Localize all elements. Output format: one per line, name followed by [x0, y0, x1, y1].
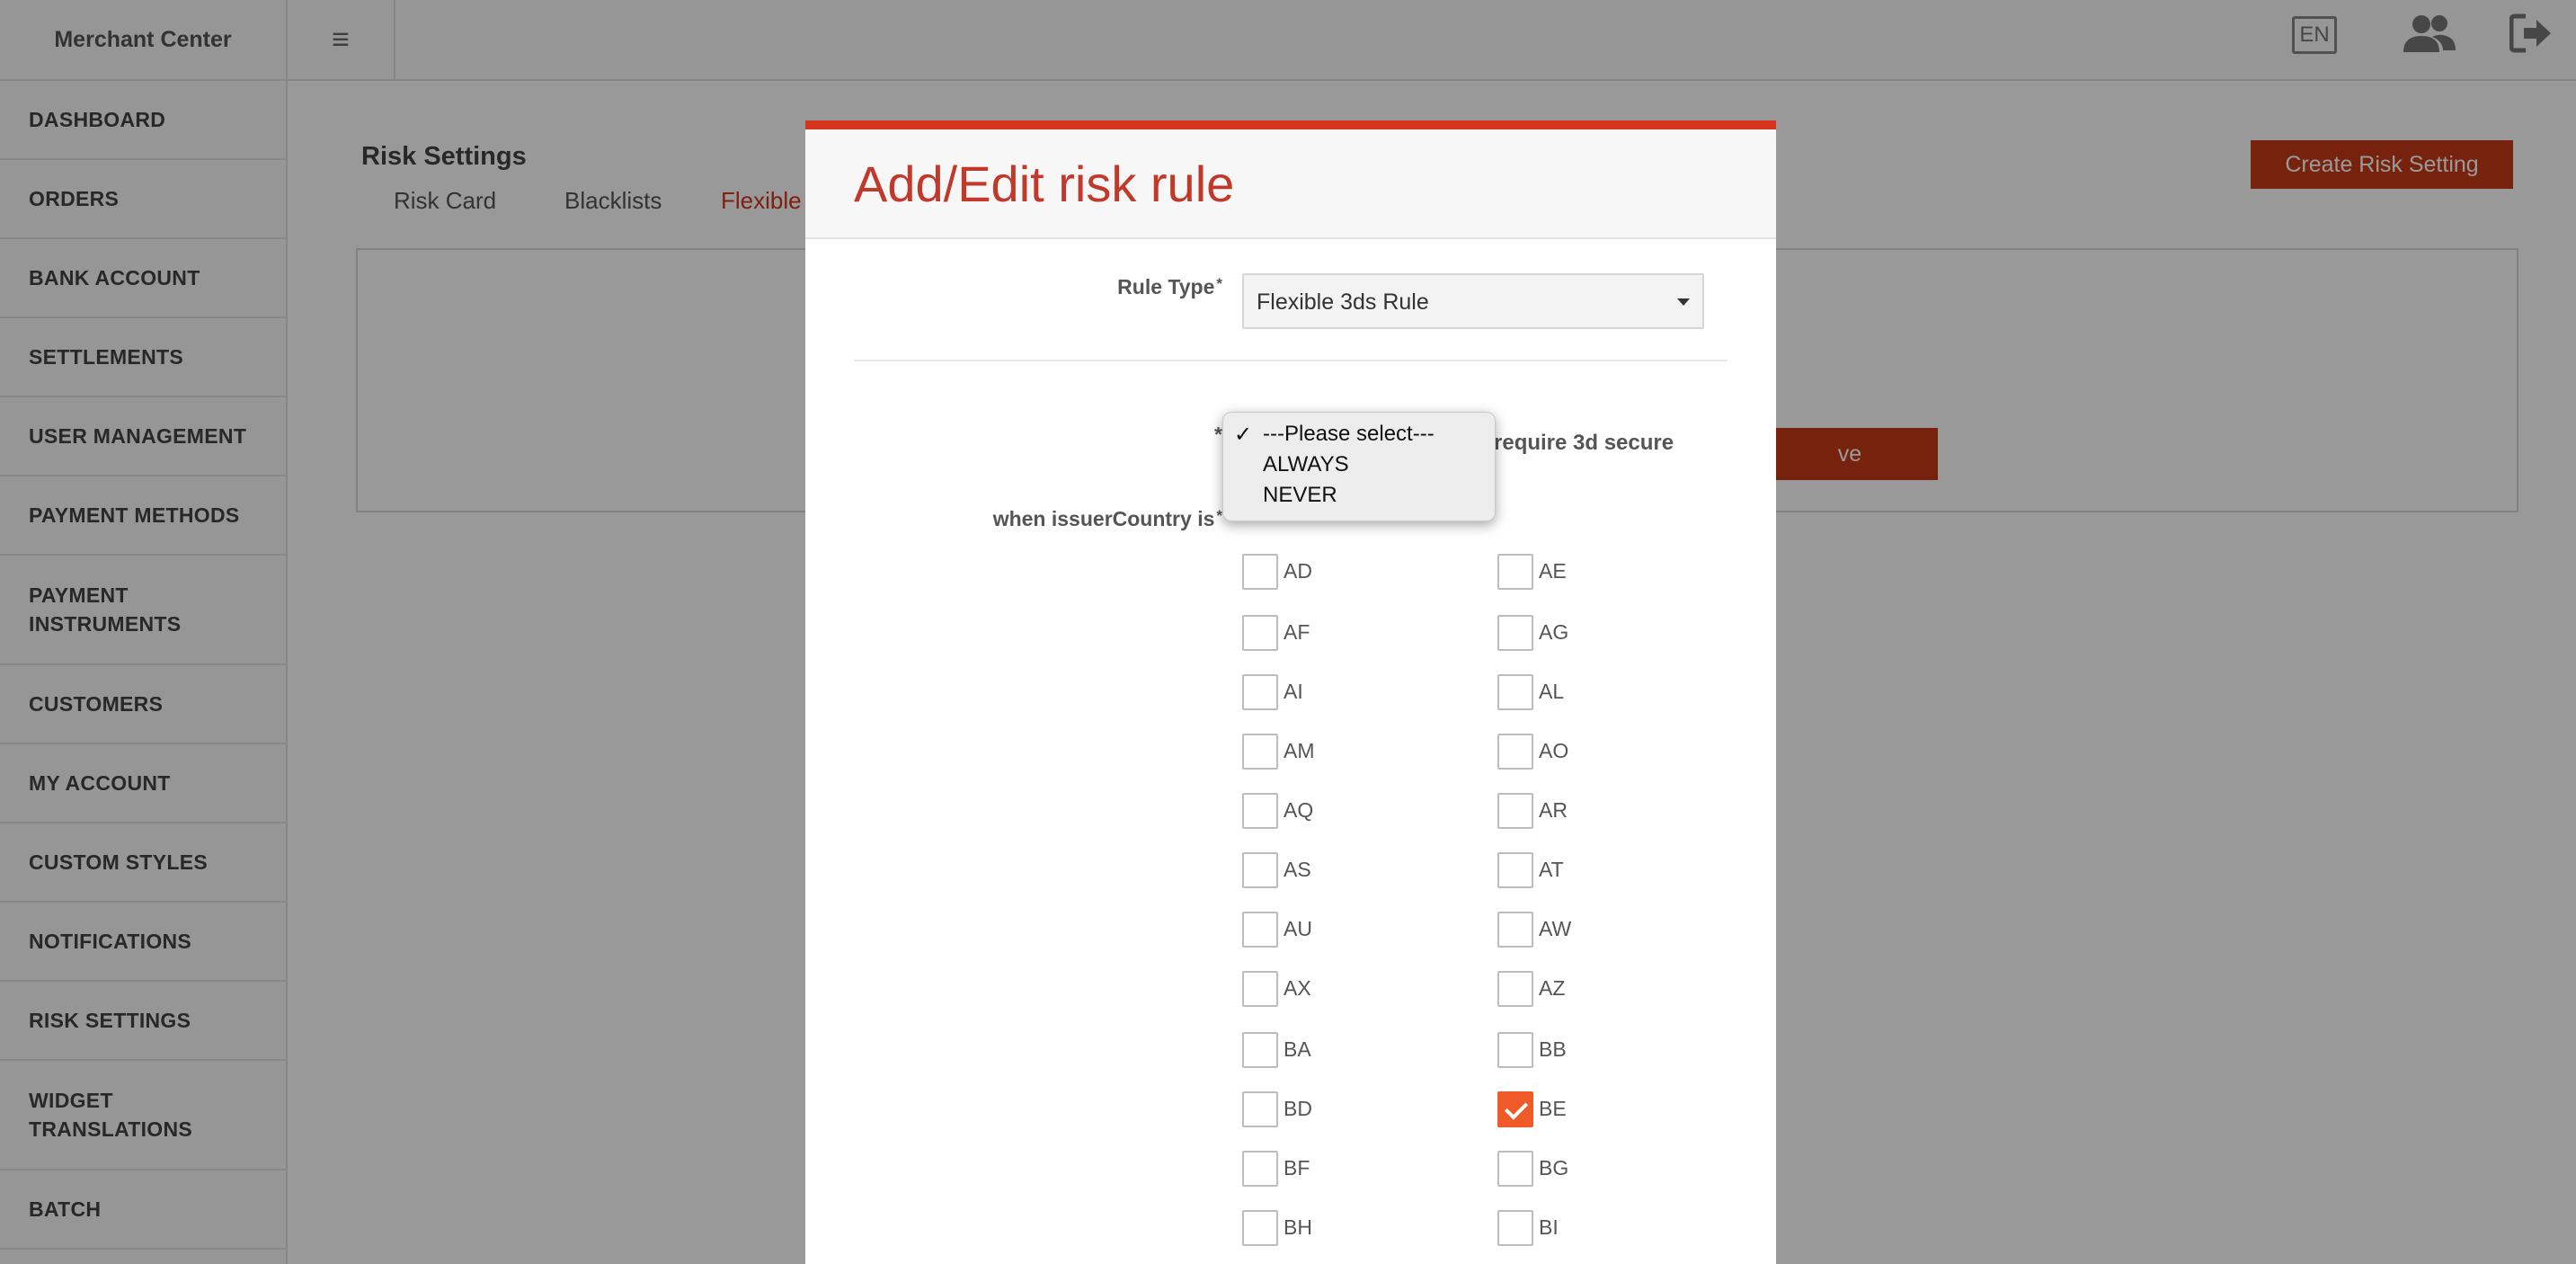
country-label-bi: BI: [1539, 1215, 1559, 1239]
country-checkbox-az[interactable]: [1497, 971, 1533, 1007]
issuer-country-label: when issuerCountry is *: [992, 507, 1222, 530]
country-label-ai: AI: [1284, 680, 1303, 703]
country-label-ar: AR: [1539, 798, 1568, 822]
modal-header: Add/Edit risk rule: [805, 129, 1776, 239]
country-label-ae: AE: [1539, 559, 1567, 583]
country-checkbox-ar[interactable]: [1497, 793, 1533, 829]
country-label-bf: BF: [1284, 1156, 1310, 1179]
country-label-be: BE: [1539, 1097, 1567, 1120]
rule-type-value: Flexible 3ds Rule: [1257, 289, 1429, 315]
country-checkbox-ag[interactable]: [1497, 615, 1533, 651]
country-checkbox-ad[interactable]: [1242, 554, 1278, 590]
country-checkbox-bh[interactable]: [1242, 1210, 1278, 1246]
country-checkbox-bg[interactable]: [1497, 1151, 1533, 1187]
modal-title: Add/Edit risk rule: [854, 156, 1235, 212]
country-checkbox-al[interactable]: [1497, 674, 1533, 710]
country-label-ag: AG: [1539, 620, 1569, 644]
country-checkbox-am[interactable]: [1242, 734, 1278, 770]
country-label-ax: AX: [1284, 976, 1311, 1000]
country-checkbox-at[interactable]: [1497, 852, 1533, 888]
country-label-bd: BD: [1284, 1097, 1312, 1120]
country-label-az: AZ: [1539, 976, 1566, 1000]
country-checkbox-bb[interactable]: [1497, 1032, 1533, 1068]
country-checkbox-bi[interactable]: [1497, 1210, 1533, 1246]
country-label-au: AU: [1284, 917, 1312, 940]
country-label-af: AF: [1284, 620, 1310, 644]
country-checkbox-bf[interactable]: [1242, 1151, 1278, 1187]
country-checkbox-af[interactable]: [1242, 615, 1278, 651]
country-checkbox-ai[interactable]: [1242, 674, 1278, 710]
country-checkbox-be[interactable]: [1497, 1091, 1533, 1127]
country-label-at: AT: [1539, 858, 1564, 881]
country-label-ba: BA: [1284, 1037, 1311, 1061]
country-label-aq: AQ: [1284, 798, 1314, 822]
chevron-down-icon: [1677, 298, 1690, 306]
checkmark-icon: ✓: [1234, 423, 1253, 447]
rule-type-select[interactable]: Flexible 3ds Rule: [1242, 273, 1704, 329]
country-label-bh: BH: [1284, 1215, 1312, 1239]
risk-rule-modal: Add/Edit risk rule Rule Type * Flexible 3…: [805, 120, 1776, 1264]
country-label-bb: BB: [1539, 1037, 1567, 1061]
country-checkbox-ba[interactable]: [1242, 1032, 1278, 1068]
country-checkbox-aw[interactable]: [1497, 912, 1533, 948]
dropdown-option-always[interactable]: ALWAYS: [1263, 452, 1349, 477]
condition-required-mark: *: [1214, 423, 1222, 446]
country-label-aw: AW: [1539, 917, 1572, 940]
condition-dropdown-menu: ✓ ---Please select--- ALWAYS NEVER: [1222, 412, 1496, 521]
country-label-al: AL: [1539, 680, 1565, 703]
country-checkbox-au[interactable]: [1242, 912, 1278, 948]
country-checkbox-ae[interactable]: [1497, 554, 1533, 590]
country-checkbox-ao[interactable]: [1497, 734, 1533, 770]
require-3ds-text: require 3d secure: [1494, 431, 1674, 455]
country-checkbox-ax[interactable]: [1242, 971, 1278, 1007]
dropdown-option-please-select[interactable]: ---Please select---: [1263, 422, 1435, 447]
rule-type-label: Rule Type *: [1117, 275, 1222, 298]
country-label-am: AM: [1284, 739, 1315, 762]
divider: [854, 360, 1728, 361]
country-label-bg: BG: [1539, 1156, 1569, 1179]
country-checkbox-as[interactable]: [1242, 852, 1278, 888]
country-label-ad: AD: [1284, 559, 1312, 583]
country-label-as: AS: [1284, 858, 1311, 881]
country-label-ao: AO: [1539, 739, 1569, 762]
country-checkbox-aq[interactable]: [1242, 793, 1278, 829]
dropdown-option-never[interactable]: NEVER: [1263, 483, 1337, 508]
country-checkbox-bd[interactable]: [1242, 1091, 1278, 1127]
